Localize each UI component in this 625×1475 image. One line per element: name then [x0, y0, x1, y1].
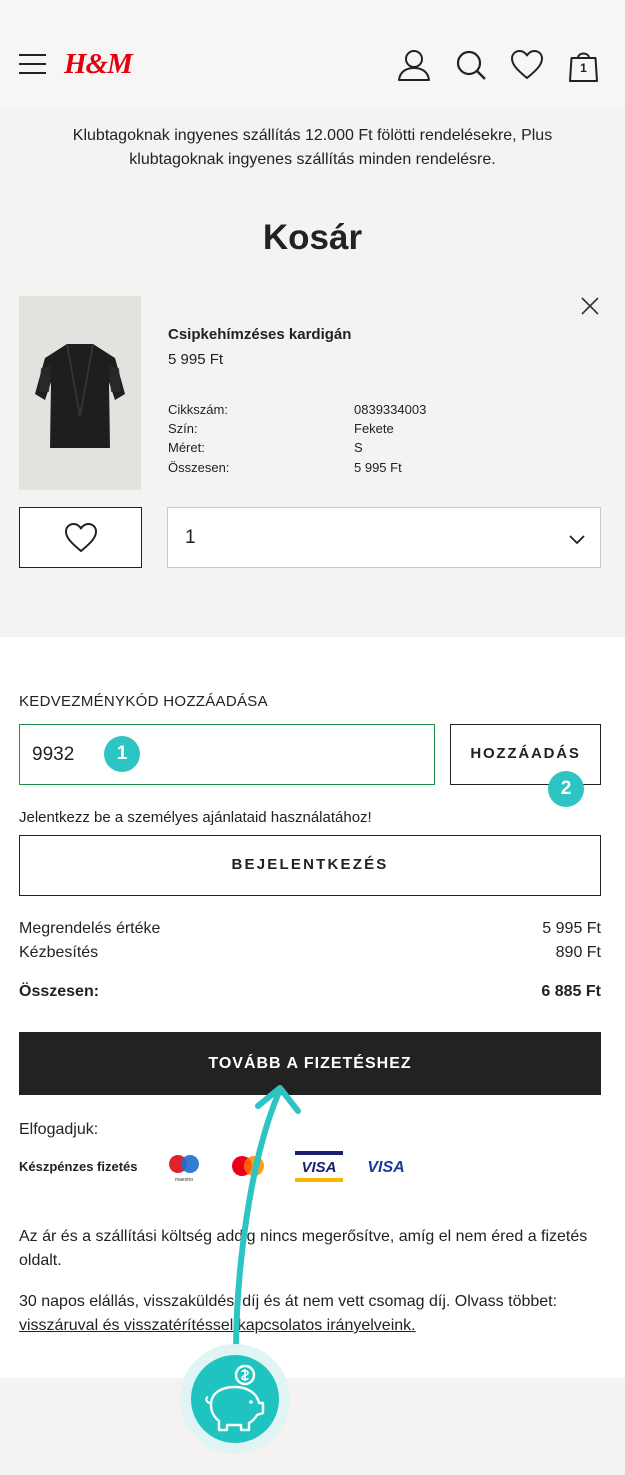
- price-disclaimer: Az ár és a szállítási költség addig ninc…: [19, 1228, 588, 1269]
- search-icon[interactable]: [454, 48, 488, 82]
- savings-badge: [180, 1344, 290, 1454]
- svg-text:maestro: maestro: [175, 1177, 193, 1183]
- spec-label-color: Szín:: [168, 421, 198, 436]
- order-value-row: Megrendelés értéke 5 995 Ft: [19, 920, 601, 938]
- mastercard-icon: [232, 1156, 264, 1176]
- accepted-payments-label: Elfogadjuk:: [19, 1121, 99, 1138]
- maestro-icon: maestro: [169, 1155, 199, 1183]
- remove-item-icon[interactable]: [578, 294, 602, 318]
- quantity-value: 1: [185, 527, 196, 548]
- step-badge-1: 1: [104, 736, 140, 772]
- order-value-label: Megrendelés értéke: [19, 920, 161, 937]
- svg-text:VISA: VISA: [301, 1159, 336, 1176]
- total-row: Összesen: 6 885 Ft: [19, 983, 601, 1001]
- heart-icon: [65, 523, 97, 552]
- page-title: Kosár: [262, 218, 363, 257]
- discount-code-input[interactable]: [19, 724, 435, 785]
- total-amount: 6 885 Ft: [541, 983, 601, 1000]
- chevron-down-icon: [569, 535, 585, 545]
- total-label: Összesen:: [19, 983, 100, 1000]
- login-button[interactable]: BEJELENTKEZÉS: [19, 835, 601, 896]
- return-policy-note: 30 napos elállás, visszaküldési díj és á…: [19, 1290, 604, 1338]
- cash-payment-label: Készpénzes fizetés: [19, 1159, 138, 1174]
- account-icon[interactable]: [397, 48, 431, 82]
- header: H&M 1: [0, 0, 625, 110]
- spec-value-color: Fekete: [354, 421, 394, 436]
- hm-logo[interactable]: H&M: [64, 48, 133, 81]
- product-image[interactable]: [19, 296, 141, 490]
- svg-text:VISA: VISA: [367, 1159, 404, 1176]
- product-name[interactable]: Csipkehímzéses kardigán: [168, 326, 351, 343]
- product-price: 5 995 Ft: [168, 351, 224, 368]
- quantity-select[interactable]: 1: [167, 507, 601, 568]
- login-prompt: Jelentkezz be a személyes ajánlataid has…: [19, 809, 372, 826]
- piggy-bank-icon: [205, 1364, 265, 1432]
- visa-electron-icon: VISA: [295, 1151, 343, 1182]
- bag-icon[interactable]: 1: [568, 49, 599, 83]
- visa-icon: VISA: [367, 1159, 404, 1176]
- delivery-label: Kézbesítés: [19, 944, 99, 961]
- heart-icon[interactable]: [510, 48, 544, 82]
- order-value-amount: 5 995 Ft: [542, 920, 601, 937]
- spec-value-total: 5 995 Ft: [354, 460, 402, 475]
- spec-label-total: Összesen:: [168, 460, 230, 475]
- spec-label-size: Méret:: [168, 440, 205, 455]
- spec-value-size: S: [354, 440, 363, 455]
- promo-banner: Klubtagoknak ingyenes szállítás 12.000 F…: [72, 127, 553, 168]
- discount-code-label: KEDVEZMÉNYKÓD HOZZÁADÁSA: [19, 693, 268, 710]
- spec-label-article: Cikkszám:: [168, 402, 228, 417]
- step-badge-2: 2: [548, 771, 584, 807]
- checkout-button[interactable]: TOVÁBB A FIZETÉSHEZ: [19, 1032, 601, 1095]
- return-policy-link[interactable]: visszáruval és visszatérítéssel kapcsola…: [19, 1317, 416, 1334]
- bag-count: 1: [580, 61, 587, 75]
- return-policy-text: 30 napos elállás, visszaküldési díj és á…: [19, 1293, 558, 1310]
- menu-icon[interactable]: [19, 54, 46, 74]
- add-to-favorites-button[interactable]: [19, 507, 142, 568]
- delivery-amount: 890 Ft: [555, 944, 601, 961]
- spec-value-article: 0839334003: [354, 402, 427, 417]
- delivery-row: Kézbesítés 890 Ft: [19, 944, 601, 962]
- cardigan-image: [19, 296, 141, 490]
